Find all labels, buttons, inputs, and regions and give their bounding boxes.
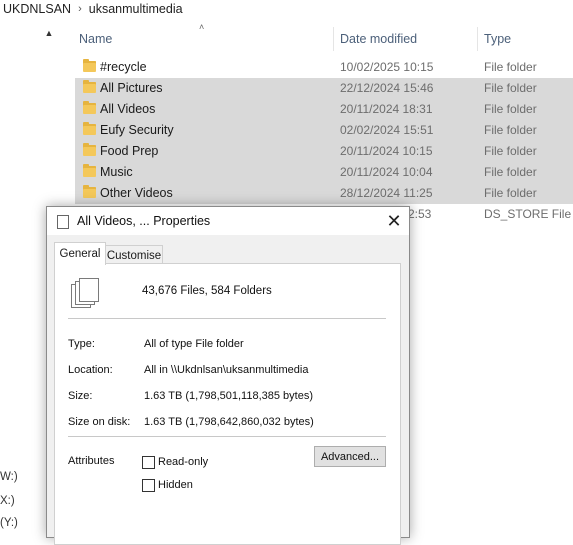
tab-general[interactable]: General	[54, 242, 106, 265]
general-panel: 43,676 Files, 584 Folders Type: All of t…	[54, 263, 401, 545]
breadcrumb-item-uksanmultimedia[interactable]: uksanmultimedia	[85, 2, 187, 16]
file-type: DS_STORE File	[484, 207, 572, 221]
folder-icon	[83, 185, 96, 198]
file-type: File folder	[484, 60, 537, 74]
folder-icon	[83, 101, 96, 114]
hidden-label[interactable]: Hidden	[158, 479, 193, 491]
file-type: File folder	[484, 102, 537, 116]
readonly-label[interactable]: Read-only	[158, 456, 208, 468]
file-name: Other Videos	[100, 186, 173, 200]
item-count: 43,676 Files, 584 Folders	[142, 285, 272, 297]
type-value: All of type File folder	[144, 338, 244, 350]
folder-icon	[83, 122, 96, 135]
file-name: #recycle	[100, 60, 147, 74]
file-row[interactable]: Eufy Security 02/02/2024 15:51 File fold…	[75, 120, 573, 141]
file-name: All Videos	[100, 102, 156, 116]
file-row[interactable]: All Videos 20/11/2024 18:31 File folder	[75, 99, 573, 120]
properties-dialog: All Videos, ... Properties ✕ General Cus…	[46, 206, 410, 545]
readonly-checkbox[interactable]	[142, 456, 155, 469]
location-value: All in \\Ukdnlsan\uksanmultimedia	[144, 364, 309, 376]
file-date: 2:53	[408, 207, 432, 221]
file-date: 20/11/2024 10:15	[340, 144, 433, 158]
file-date: 20/11/2024 10:04	[340, 165, 433, 179]
file-date: 20/11/2024 18:31	[340, 102, 433, 116]
file-name: All Pictures	[100, 81, 163, 95]
divider	[68, 436, 386, 437]
breadcrumb-item-ukdnlsan[interactable]: UKDNLSAN	[0, 2, 75, 16]
type-label: Type:	[68, 338, 95, 350]
file-row[interactable]: Food Prep 20/11/2024 10:15 File folder	[75, 141, 573, 162]
column-header-date-modified[interactable]: Date modified	[340, 27, 470, 51]
file-row[interactable]: Other Videos 28/12/2024 11:25 File folde…	[75, 183, 573, 204]
folder-icon	[83, 59, 96, 72]
nav-drive-w[interactable]: W:)	[0, 471, 18, 483]
folder-icon	[83, 143, 96, 156]
file-row[interactable]: #recycle 10/02/2025 10:15 File folder	[75, 57, 573, 78]
size-value: 1.63 TB (1,798,501,118,385 bytes)	[144, 390, 313, 402]
advanced-button[interactable]: Advanced...	[314, 446, 386, 467]
file-name: Eufy Security	[100, 123, 174, 137]
size-label: Size:	[68, 390, 93, 402]
column-header-name[interactable]: Name	[79, 27, 329, 51]
file-type: File folder	[484, 165, 537, 179]
divider	[68, 318, 386, 319]
column-header-type[interactable]: Type	[484, 27, 564, 51]
size-on-disk-value: 1.63 TB (1,798,642,860,032 bytes)	[144, 416, 314, 428]
file-name: Food Prep	[100, 144, 159, 158]
chevron-right-icon[interactable]: ›	[75, 3, 85, 15]
properties-icon	[57, 213, 70, 229]
column-divider[interactable]	[333, 27, 334, 51]
file-type: File folder	[484, 186, 537, 200]
file-date: 10/02/2025 10:15	[340, 60, 434, 74]
file-row[interactable]: All Pictures 22/12/2024 15:46 File folde…	[75, 78, 573, 99]
file-type: File folder	[484, 123, 537, 137]
file-date: 28/12/2024 11:25	[340, 186, 433, 200]
size-on-disk-label: Size on disk:	[68, 416, 131, 428]
dialog-titlebar[interactable]: All Videos, ... Properties ✕	[47, 207, 409, 235]
dialog-title: All Videos, ... Properties	[77, 214, 211, 228]
file-date: 02/02/2024 15:51	[340, 123, 434, 137]
chevron-up-icon[interactable]: ▲	[42, 26, 56, 40]
multiple-files-icon	[71, 278, 99, 310]
column-divider[interactable]	[477, 27, 478, 51]
file-date: 22/12/2024 15:46	[340, 81, 434, 95]
folder-icon	[83, 80, 96, 93]
breadcrumb: UKDNLSAN › uksanmultimedia	[0, 0, 573, 17]
hidden-checkbox[interactable]	[142, 479, 155, 492]
location-label: Location:	[68, 364, 113, 376]
folder-icon	[83, 164, 96, 177]
attributes-label: Attributes	[68, 455, 115, 467]
file-row[interactable]: Music 20/11/2024 10:04 File folder	[75, 162, 573, 183]
close-icon[interactable]: ✕	[383, 210, 405, 232]
file-type: File folder	[484, 144, 537, 158]
file-name: Music	[100, 165, 133, 179]
nav-drive-y[interactable]: (Y:)	[0, 517, 18, 529]
nav-drive-x[interactable]: X:)	[0, 495, 15, 507]
file-type: File folder	[484, 81, 537, 95]
